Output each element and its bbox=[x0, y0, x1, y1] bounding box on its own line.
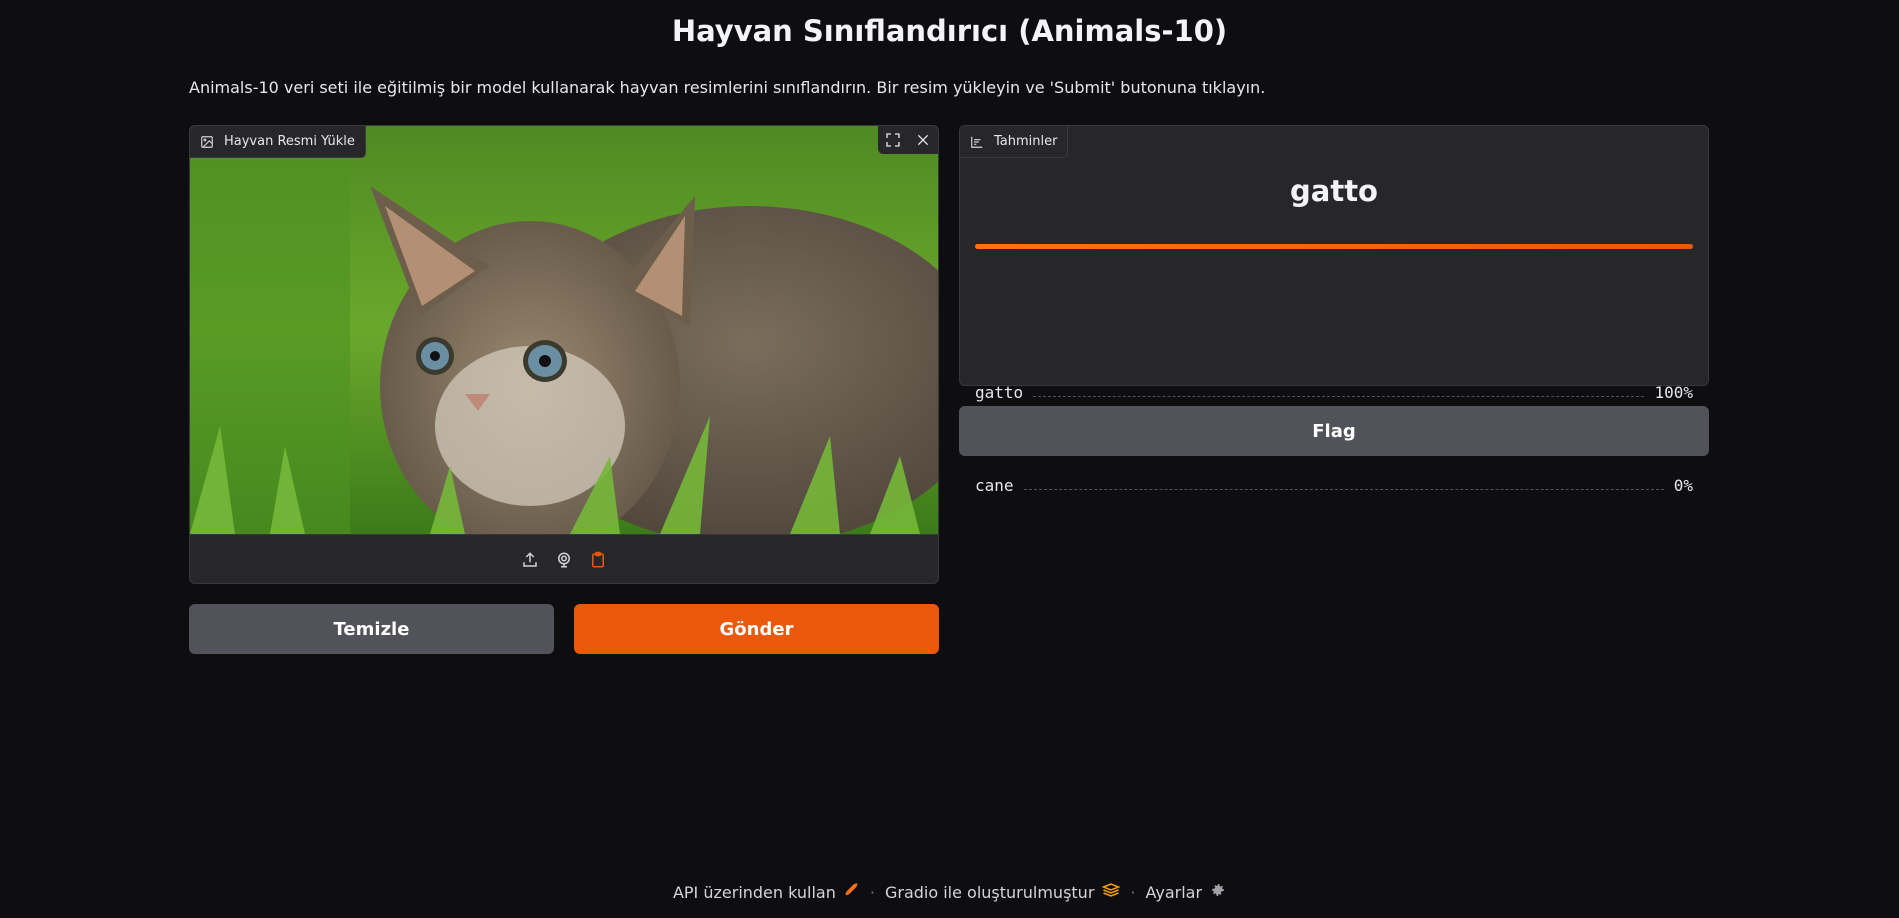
prediction-value: 0% bbox=[1673, 475, 1693, 495]
footer: API üzerinden kullan · Gradio ile oluştu… bbox=[0, 882, 1899, 902]
bar-chart-icon bbox=[970, 135, 984, 149]
submit-button[interactable]: Gönder bbox=[574, 604, 939, 654]
uploaded-cat-image bbox=[190, 126, 938, 534]
upload-icon[interactable] bbox=[520, 550, 540, 570]
image-input-label: Hayvan Resmi Yükle bbox=[224, 134, 355, 149]
image-icon bbox=[200, 135, 214, 149]
prediction-label: gatto bbox=[975, 382, 1024, 402]
page-description: Animals-10 veri seti ile eğitilmiş bir m… bbox=[189, 78, 1266, 97]
rocket-icon bbox=[844, 882, 860, 902]
page-title: Hayvan Sınıflandırıcı (Animals-10) bbox=[671, 14, 1228, 48]
image-corner-buttons bbox=[878, 126, 938, 154]
confidence-bar-fill bbox=[975, 244, 1693, 249]
clear-button[interactable]: Temizle bbox=[189, 604, 554, 654]
fullscreen-icon[interactable] bbox=[878, 126, 908, 154]
confidence-bar bbox=[975, 244, 1693, 249]
flag-button[interactable]: Flag bbox=[959, 406, 1709, 456]
image-input-label-tag: Hayvan Resmi Yükle bbox=[190, 126, 366, 158]
api-link-label: API üzerinden kullan bbox=[672, 882, 836, 902]
predictions-label: Tahminler bbox=[994, 134, 1058, 149]
gear-icon bbox=[1210, 882, 1226, 902]
image-input-panel[interactable]: Hayvan Resmi Yükle bbox=[189, 125, 939, 584]
prediction-label: cane bbox=[975, 475, 1014, 495]
footer-separator: · bbox=[1130, 882, 1136, 902]
api-link[interactable]: API üzerinden kullan bbox=[673, 882, 860, 902]
settings-link[interactable]: Ayarlar bbox=[1145, 882, 1226, 902]
gradio-logo-icon bbox=[1101, 882, 1121, 902]
footer-separator: · bbox=[869, 882, 875, 902]
dotted-leader bbox=[1033, 395, 1645, 397]
predictions-panel: Tahminler gatto gatto 100% pecora 0% can… bbox=[959, 125, 1709, 495]
settings-link-label: Ayarlar bbox=[1145, 882, 1203, 902]
image-source-bar bbox=[190, 534, 938, 583]
close-icon[interactable] bbox=[908, 126, 938, 154]
clipboard-icon[interactable] bbox=[588, 550, 608, 570]
gradio-link-label: Gradio ile oluşturulmuştur bbox=[884, 882, 1095, 902]
top-prediction-label: gatto bbox=[1290, 174, 1378, 208]
gradio-link[interactable]: Gradio ile oluşturulmuştur bbox=[884, 882, 1121, 902]
prediction-row: gatto 100% bbox=[975, 381, 1693, 403]
prediction-row: cane 0% bbox=[975, 474, 1693, 496]
webcam-icon[interactable] bbox=[554, 550, 574, 570]
prediction-value: 100% bbox=[1654, 382, 1693, 402]
predictions-label-tag: Tahminler bbox=[960, 126, 1069, 158]
dotted-leader bbox=[1023, 488, 1664, 490]
